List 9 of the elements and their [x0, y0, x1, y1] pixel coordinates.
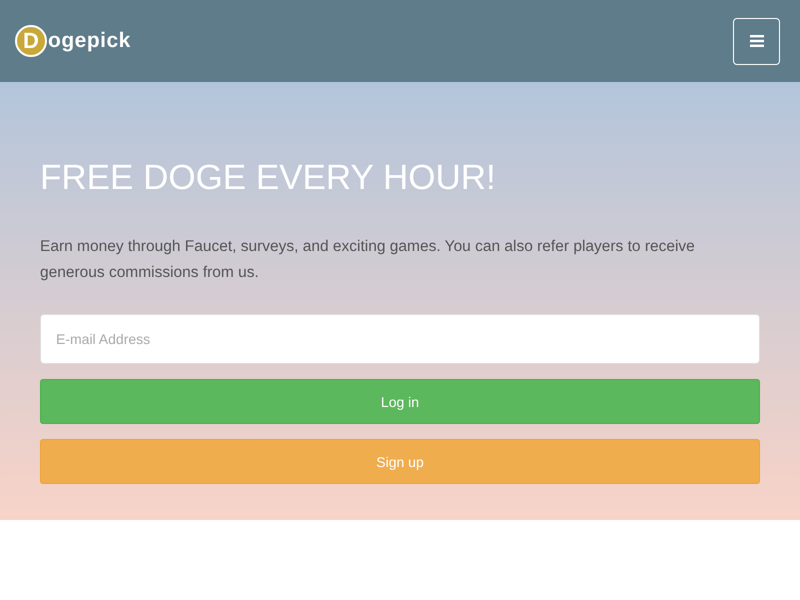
hero-text: Earn money through Faucet, surveys, and exciting games. You can also refer players to receive generous commissions from us. [40, 237, 696, 283]
email-field[interactable]: E-mail Address [40, 314, 760, 364]
menu-icon [748, 34, 764, 48]
menu-button[interactable] [733, 18, 780, 64]
login-button[interactable]: Log in [40, 379, 760, 424]
logo-badge[interactable]: D [15, 25, 47, 57]
logo-text[interactable]: ogepick [48, 29, 131, 53]
signup-button[interactable]: Sign up [40, 439, 760, 484]
hero-title: FREE DOGE EVERY HOUR! [40, 158, 497, 198]
